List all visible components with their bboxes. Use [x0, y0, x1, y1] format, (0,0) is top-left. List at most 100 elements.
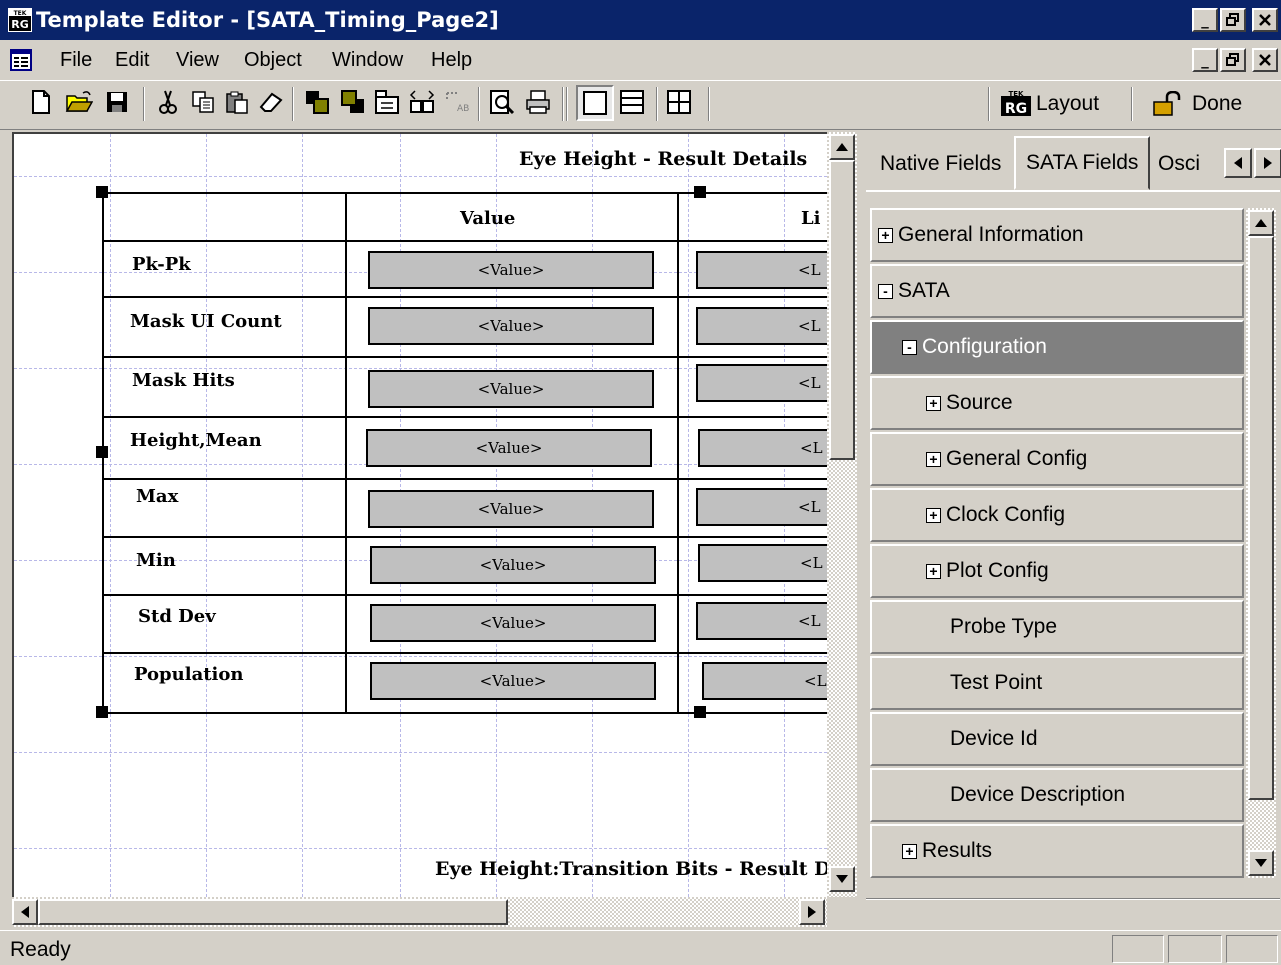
limit-field[interactable]: <L [696, 364, 827, 402]
single-layout-button[interactable] [576, 85, 614, 121]
tab-sata-fields[interactable]: SATA Fields [1014, 136, 1151, 190]
restore-button[interactable] [1220, 8, 1246, 32]
tree-item-source[interactable]: + Source [870, 376, 1244, 430]
scroll-right-button[interactable] [799, 899, 825, 925]
menu-bar: File Edit View Object Window Help _ [0, 40, 1281, 80]
collapse-icon[interactable]: - [878, 283, 893, 299]
field-button[interactable]: AB [442, 87, 472, 117]
toolbar-separator [708, 87, 710, 121]
menu-view[interactable]: View [176, 49, 219, 72]
send-back-icon [341, 90, 364, 113]
preview-button[interactable] [487, 87, 517, 117]
tree-item-test-point[interactable]: Test Point [870, 656, 1244, 710]
open-button[interactable] [64, 87, 94, 117]
close-button[interactable] [1252, 8, 1278, 32]
menu-help[interactable]: Help [431, 49, 472, 72]
limit-field[interactable]: <L [696, 307, 827, 345]
minimize-button[interactable]: _ [1192, 8, 1218, 32]
expand-icon[interactable]: + [926, 563, 941, 579]
tree-item-general-config[interactable]: + General Config [870, 432, 1244, 486]
tree-scroll-up-button[interactable] [1248, 210, 1274, 236]
expand-icon[interactable]: + [926, 451, 941, 467]
align-button[interactable] [407, 87, 437, 117]
value-field[interactable]: <Value> [368, 251, 654, 289]
tree-scroll-thumb[interactable] [1248, 236, 1274, 800]
group-button[interactable] [372, 87, 402, 117]
menu-file[interactable]: File [60, 49, 92, 72]
erase-button[interactable] [256, 87, 286, 117]
value-field[interactable]: <Value> [368, 490, 654, 528]
scroll-down-button[interactable] [829, 866, 855, 892]
limit-field[interactable]: <L [698, 544, 827, 582]
save-button[interactable] [102, 87, 132, 117]
grid-layout-button[interactable] [664, 87, 694, 117]
expand-icon[interactable]: + [902, 843, 917, 859]
menu-object[interactable]: Object [244, 49, 302, 72]
cut-button[interactable] [153, 87, 183, 117]
value-field[interactable]: <Value> [370, 662, 656, 700]
tree-item-plot-config[interactable]: + Plot Config [870, 544, 1244, 598]
print-button[interactable] [523, 87, 553, 117]
tree-item-device-description[interactable]: Device Description [870, 768, 1244, 822]
tree-item-sata[interactable]: - SATA [870, 264, 1244, 318]
template-canvas[interactable]: Eye Height - Result Details Value Li Pk-… [12, 132, 827, 897]
doc-minimize-button[interactable]: _ [1192, 48, 1218, 72]
selection-handle[interactable] [96, 446, 108, 458]
limit-field[interactable]: <L [702, 662, 827, 700]
restore-icon [1226, 53, 1239, 66]
value-field[interactable]: <Value> [368, 307, 654, 345]
value-field[interactable]: <Value> [366, 429, 652, 467]
scroll-left-button[interactable] [12, 899, 38, 925]
rows-layout-button[interactable] [617, 87, 647, 117]
selection-handle[interactable] [96, 706, 108, 718]
tree-scroll-down-button[interactable] [1248, 850, 1274, 876]
tree-item-clock-config[interactable]: + Clock Config [870, 488, 1244, 542]
value-field[interactable]: <Value> [368, 370, 654, 408]
scroll-thumb[interactable] [829, 160, 855, 460]
collapse-icon[interactable]: - [902, 339, 917, 355]
tree-item-label: SATA [898, 279, 950, 302]
send-back-button[interactable] [338, 87, 368, 117]
bring-front-button[interactable] [302, 87, 332, 117]
toolbar-separator [1131, 87, 1133, 121]
done-button[interactable]: Done [1152, 87, 1242, 121]
tab-scroll-left-button[interactable] [1224, 148, 1252, 178]
menu-window[interactable]: Window [332, 49, 403, 72]
tab-scroll-right-button[interactable] [1254, 148, 1281, 178]
limit-field[interactable]: <L [698, 429, 827, 467]
tree-item-general-information[interactable]: + General Information [870, 208, 1244, 262]
tree-item-probe-type[interactable]: Probe Type [870, 600, 1244, 654]
limit-field[interactable]: <L [696, 251, 827, 289]
copy-button[interactable] [188, 87, 218, 117]
tab-oscilloscope[interactable]: Osci [1154, 140, 1224, 188]
tree-item-label: Source [946, 391, 1013, 414]
section-heading[interactable]: Eye Height:Transition Bits - Result D [435, 858, 827, 880]
doc-restore-button[interactable] [1220, 48, 1246, 72]
row-label: Population [134, 664, 244, 685]
limit-field[interactable]: <L [696, 602, 827, 640]
doc-close-button[interactable] [1252, 48, 1278, 72]
selection-handle[interactable] [96, 186, 108, 198]
value-field[interactable]: <Value> [370, 546, 656, 584]
value-field[interactable]: <Value> [370, 604, 656, 642]
layout-button[interactable]: RG TEK Layout [1000, 87, 1099, 121]
expand-icon[interactable]: + [926, 507, 941, 523]
tree-item-device-id[interactable]: Device Id [870, 712, 1244, 766]
scroll-up-button[interactable] [829, 134, 855, 160]
expand-icon[interactable]: + [878, 227, 893, 243]
limit-field[interactable]: <L [696, 488, 827, 526]
document-icon[interactable] [10, 49, 32, 71]
scroll-thumb[interactable] [38, 899, 508, 925]
selection-handle[interactable] [694, 706, 706, 718]
table-border [102, 192, 827, 194]
section-heading[interactable]: Eye Height - Result Details [519, 148, 807, 170]
expand-icon[interactable]: + [926, 395, 941, 411]
new-button[interactable] [26, 87, 56, 117]
tab-native-fields[interactable]: Native Fields [870, 140, 1011, 188]
single-layout-icon [583, 91, 607, 115]
tree-item-results[interactable]: + Results [870, 824, 1244, 878]
menu-edit[interactable]: Edit [115, 49, 149, 72]
selection-handle[interactable] [694, 186, 706, 198]
tree-item-configuration[interactable]: - Configuration [870, 320, 1244, 374]
paste-button[interactable] [222, 87, 252, 117]
